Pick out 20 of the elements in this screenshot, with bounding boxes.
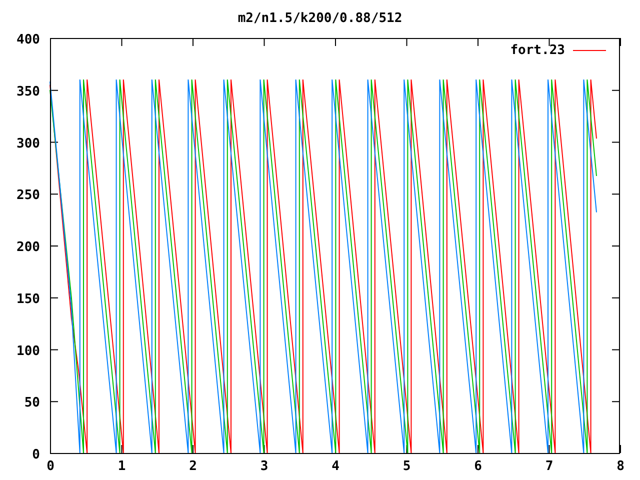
y-tick-label: 350 (16, 84, 40, 100)
y-tick-label: 50 (24, 396, 40, 411)
y-tick-label: 400 (16, 32, 40, 48)
x-tick-label: 3 (260, 459, 268, 474)
chart-title: m2/n1.5/k200/0.88/512 (238, 11, 402, 26)
x-tick-label: 1 (118, 459, 126, 474)
x-tick-label: 8 (616, 459, 624, 474)
x-tick-label: 2 (189, 459, 197, 474)
y-tick-label: 100 (16, 344, 40, 359)
y-tick-label: 300 (16, 136, 40, 152)
y-tick-label: 250 (16, 188, 40, 204)
y-tick-label: 0 (32, 448, 40, 462)
x-tick-label: 5 (402, 459, 411, 474)
x-tick-label: 6 (474, 459, 482, 474)
y-tick-label: 150 (16, 292, 40, 307)
x-tick-label: 0 (46, 459, 54, 474)
y-tick-label: 200 (16, 240, 40, 255)
x-tick-label: 7 (545, 459, 554, 474)
legend-label: fort.23 (510, 43, 565, 58)
x-tick-label: 4 (332, 459, 340, 474)
